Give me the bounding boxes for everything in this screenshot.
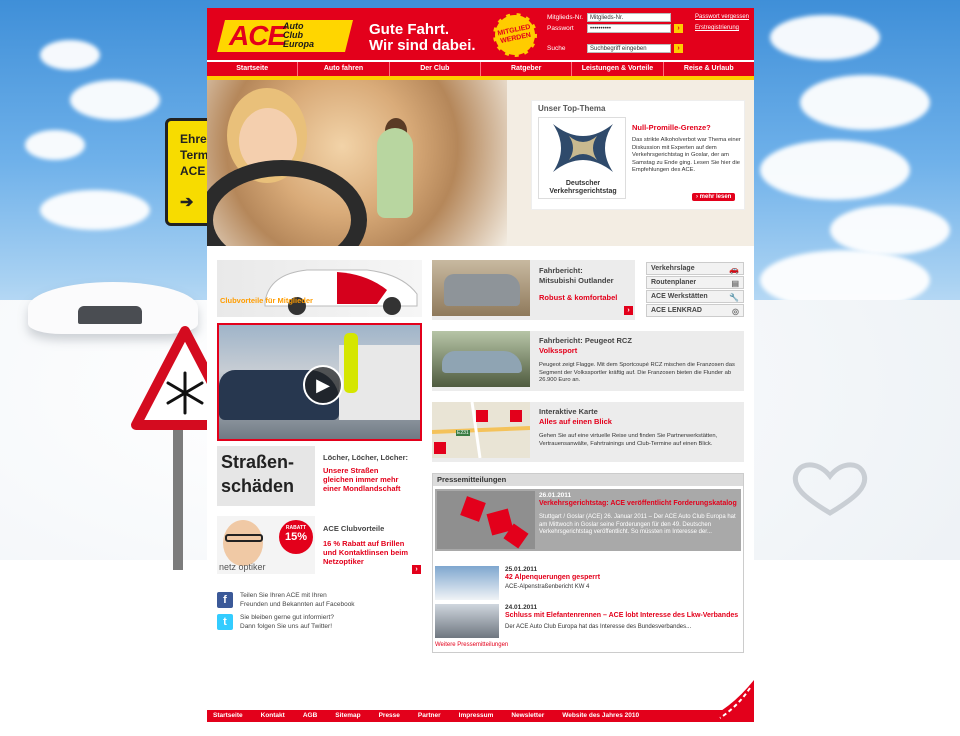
cloud: [770, 15, 880, 60]
footer-link-sitemap[interactable]: Sitemap: [335, 710, 360, 722]
footer-link-presse[interactable]: Presse: [379, 710, 400, 722]
press-title[interactable]: 42 Alpenquerungen gesperrt: [505, 574, 600, 581]
press-section-wrapper: Pressemitteilungen 26.01.2011 Verkehrsge…: [207, 8, 754, 668]
heart-in-snow: [792, 462, 868, 516]
cloud: [800, 75, 930, 130]
press-item-featured[interactable]: 26.01.2011 Verkehrsgerichtstag: ACE verö…: [435, 489, 741, 551]
footer-link-newsletter[interactable]: Newsletter: [511, 710, 544, 722]
footer-link-impressum[interactable]: Impressum: [459, 710, 494, 722]
footer-link-startseite[interactable]: Startseite: [213, 710, 243, 722]
footer-nav: Startseite Kontakt AGB Sitemap Presse Pa…: [207, 710, 754, 722]
press-dice-image: [437, 491, 535, 549]
cloud: [40, 40, 100, 70]
more-press-link[interactable]: Weitere Pressemitteilungen: [435, 642, 508, 648]
press-date: 24.01.2011: [505, 604, 538, 611]
press-text: ACE-Alpenstraßenbericht KW 4: [505, 584, 590, 590]
cloud: [70, 80, 160, 120]
cloud: [40, 190, 150, 230]
cloud: [760, 140, 910, 200]
press-text: Stuttgart / Goslar (ACE) 26. Januar 2011…: [539, 514, 736, 535]
press-box: Pressemitteilungen 26.01.2011 Verkehrsge…: [432, 473, 744, 653]
alpine-road-image[interactable]: [435, 566, 499, 600]
footer-link-website-des-jahres[interactable]: Website des Jahres 2010: [562, 710, 639, 722]
footer-link-kontakt[interactable]: Kontakt: [261, 710, 285, 722]
press-title[interactable]: Verkehrsgerichtstag: ACE veröffentlicht …: [539, 500, 739, 507]
press-text: Der ACE Auto Club Europa hat das Interes…: [505, 624, 692, 630]
press-header: Pressemitteilungen: [433, 474, 743, 486]
cloud: [25, 130, 85, 160]
footer-link-partner[interactable]: Partner: [418, 710, 441, 722]
road-logo-icon: [700, 680, 754, 722]
press-date: 26.01.2011: [539, 492, 572, 499]
press-title[interactable]: Schluss mit Elefantenrennen – ACE lobt I…: [505, 612, 741, 619]
truck-mirror-image[interactable]: [435, 604, 499, 638]
car-window: [78, 306, 142, 324]
footer-link-agb[interactable]: AGB: [303, 710, 317, 722]
cloud: [830, 205, 950, 255]
sign-pole: [173, 420, 183, 570]
die-shape: [460, 496, 486, 522]
press-date: 25.01.2011: [505, 566, 538, 573]
